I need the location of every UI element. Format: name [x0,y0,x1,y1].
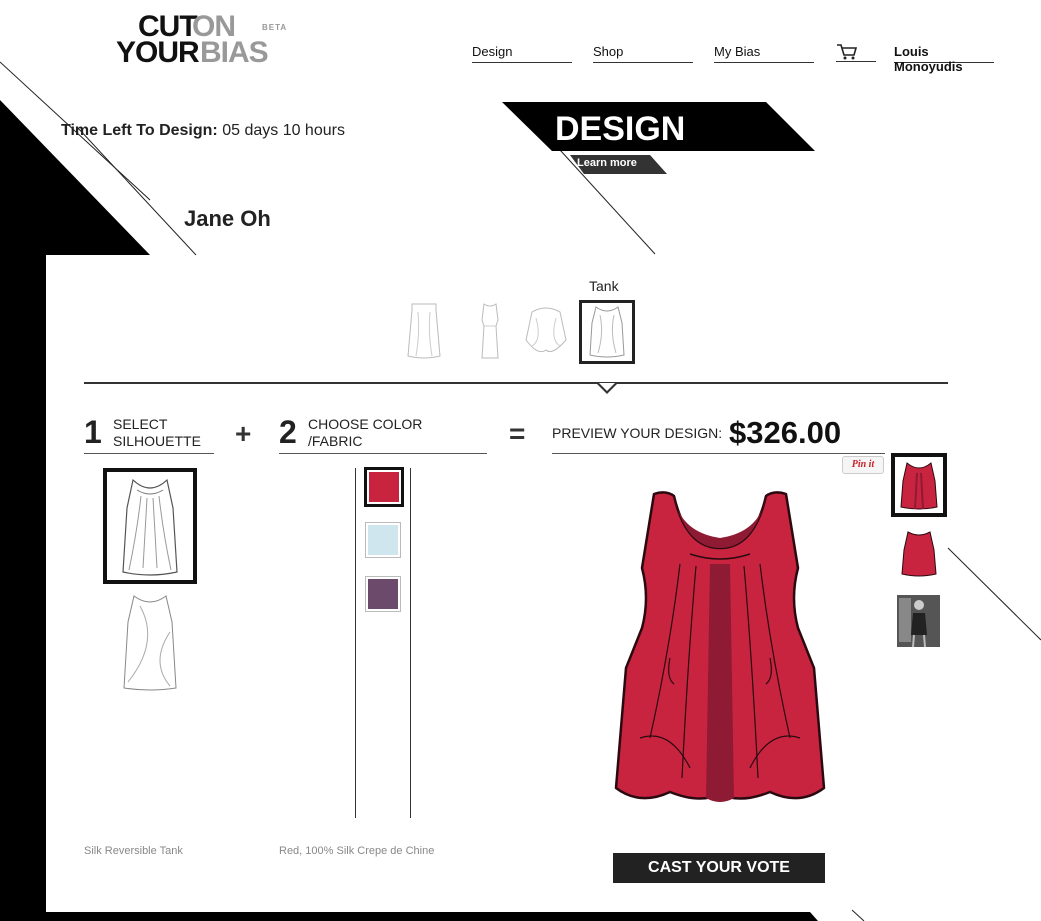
wrap-tank-sketch-icon [123,595,177,691]
step1-label: SELECT SILHOUETTE [113,416,201,450]
silhouette-thumb-jacket[interactable] [522,300,570,360]
swatch-red-fill [369,472,399,502]
logo-word-your: YOUR [116,36,200,69]
cart-button[interactable] [836,42,876,62]
step1-underline [84,453,214,454]
logo-word-bias: BIAS [200,36,269,69]
fabric-caption: Red, 100% Silk Crepe de Chine [279,845,435,857]
model-photo-icon [897,595,940,648]
preview-underline [552,453,885,454]
time-left-label: Time Left To Design: [61,122,218,139]
divider-pointer-icon [596,383,618,394]
view-thumb-model-photo[interactable] [897,595,940,648]
draped-tank-sketch-icon [122,478,178,576]
step1-label-line2: SILHOUETTE [113,433,201,449]
design-banner-title: DESIGN [555,110,686,148]
dress-sketch-icon [481,303,499,359]
swatch-plum-fill [368,579,398,609]
learn-more-link[interactable]: Learn more [577,157,637,169]
swatch-red[interactable] [364,467,404,507]
jacket-sketch-icon [525,307,567,353]
step2-underline [279,453,487,454]
step2-label-line1: CHOOSE COLOR [308,416,423,432]
site-logo[interactable]: CUT ON YOUR BIAS BETA [116,10,292,68]
silhouette-option-alt[interactable] [110,592,190,696]
step1-number: 1 [84,414,102,450]
design-preview-image [610,488,830,810]
cast-vote-button[interactable]: CAST YOUR VOTE [613,853,825,883]
silhouette-selected-label: Tank [589,278,619,294]
view-thumb-back[interactable] [898,528,940,578]
swatch-column-left-line [355,468,356,818]
step2-number: 2 [279,414,297,450]
time-left-value: 05 days 10 hours [222,122,345,139]
time-left: Time Left To Design: 05 days 10 hours [61,122,345,140]
silhouette-thumb-skirt[interactable] [400,300,448,360]
equals-sign: = [509,418,526,449]
swatch-light-blue[interactable] [365,522,401,558]
swatch-light-blue-fill [368,525,398,555]
plus-sign: + [235,418,252,449]
user-name-link[interactable]: Louis Monoyudis [894,44,994,74]
tank-sketch-icon [589,306,625,358]
designer-name: Jane Oh [184,206,271,231]
beta-badge: BETA [262,23,288,32]
swatch-plum[interactable] [365,576,401,612]
preview-label: PREVIEW YOUR DESIGN: [552,425,723,441]
nav-my-bias[interactable]: My Bias [714,44,814,63]
view-thumb-front[interactable] [891,453,947,517]
skirt-sketch-icon [407,303,441,359]
nav-design[interactable]: Design [472,44,572,63]
shopping-cart-icon [837,44,858,60]
front-view-icon [900,462,938,510]
section-divider [84,382,948,384]
step2-label-line2: /FABRIC [308,433,363,449]
design-price: $326.00 [729,415,842,450]
nav-shop[interactable]: Shop [593,44,693,63]
silhouette-thumb-dress[interactable] [466,300,514,360]
pinterest-pin-button[interactable]: Pin it [842,456,884,474]
silhouette-thumb-tank[interactable] [579,300,635,364]
back-view-icon [901,531,937,577]
step1-label-line1: SELECT [113,416,168,432]
tank-preview-illustration [614,491,826,802]
silhouette-option-selected[interactable] [103,468,197,584]
silhouette-caption: Silk Reversible Tank [84,845,183,857]
swatch-column-right-line [410,468,411,818]
step2-label: CHOOSE COLOR /FABRIC [308,416,422,450]
